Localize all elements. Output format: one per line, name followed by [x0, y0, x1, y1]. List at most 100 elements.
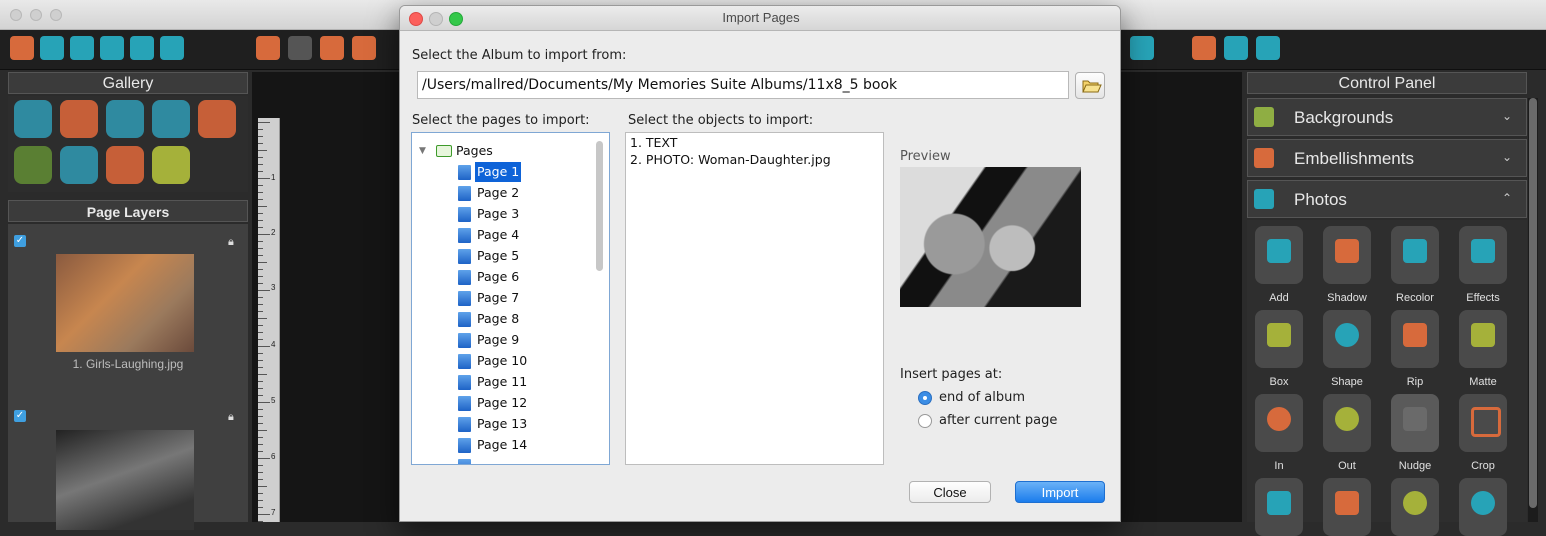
tree-page-item[interactable]: Page 6 [412, 267, 592, 287]
pages-tree[interactable]: ▼ Pages Page 1 Page 2 Page 3 Page 4 Page 5 Pa… [411, 132, 610, 465]
ruler-tick [258, 150, 267, 151]
tree-page-item[interactable]: Page 10 [412, 351, 592, 371]
crosshair-icon[interactable] [320, 36, 344, 60]
layer-visibility-checkbox[interactable]: ✓ [14, 410, 26, 422]
object-item[interactable]: 2. PHOTO: Woman-Daughter.jpg [630, 152, 831, 167]
close-button[interactable]: Close [909, 481, 991, 503]
shadow-button[interactable] [1323, 226, 1371, 284]
browse-folder-button[interactable] [1075, 72, 1105, 99]
tree-page-item[interactable]: Page 4 [412, 225, 592, 245]
layout-icon[interactable] [100, 36, 124, 60]
rotate-button[interactable] [1391, 478, 1439, 536]
section-photos[interactable]: Photos ⌃ [1247, 180, 1527, 218]
help-icon[interactable] [1224, 36, 1248, 60]
nudge-button[interactable] [1391, 394, 1439, 452]
shape-button[interactable] [1323, 310, 1371, 368]
tree-page-item[interactable]: Page 2 [412, 183, 592, 203]
tool-label: Recolor [1396, 292, 1434, 304]
tree-scrollbar[interactable] [596, 141, 603, 271]
picture-icon[interactable] [106, 100, 144, 138]
layer-visibility-checkbox[interactable]: ✓ [14, 235, 26, 247]
frames-icon[interactable] [152, 100, 190, 138]
rip-button[interactable] [1391, 310, 1439, 368]
grid-icon[interactable] [288, 36, 312, 60]
ruler-tick [258, 122, 270, 123]
cloud-icon[interactable] [198, 100, 236, 138]
text-w-icon[interactable] [106, 146, 144, 184]
section-embellishments[interactable]: Embellishments ⌄ [1247, 139, 1527, 177]
open-folder-icon [1082, 80, 1102, 93]
redo-button[interactable] [1323, 478, 1371, 536]
download-icon[interactable] [130, 36, 154, 60]
ruler-tick [258, 402, 270, 403]
tree-page-item[interactable]: Page 14 [412, 435, 592, 455]
camera-icon[interactable] [14, 100, 52, 138]
layer-thumbnail[interactable] [56, 254, 194, 352]
tree-page-item[interactable]: Page 11 [412, 372, 592, 392]
radio-end-of-album[interactable] [918, 391, 932, 405]
matte-button[interactable] [1459, 310, 1507, 368]
tree-page-item[interactable]: Page 5 [412, 246, 592, 266]
camera-icon [1267, 239, 1291, 263]
open-folder-icon[interactable] [40, 36, 64, 60]
save-icon[interactable] [70, 36, 94, 60]
crop-button[interactable] [1459, 394, 1507, 452]
layout-blocks-icon[interactable] [152, 146, 190, 184]
window-zoom-button[interactable] [50, 9, 62, 21]
search-icon[interactable] [1256, 36, 1280, 60]
tree-page-item[interactable]: Page 8 [412, 309, 592, 329]
add-page-icon[interactable] [160, 36, 184, 60]
page-icon [458, 270, 471, 285]
tree-page-item[interactable]: Page 1 [412, 162, 592, 182]
droplets-icon [1403, 239, 1427, 263]
ruler-tick [258, 458, 270, 459]
cloud-icon[interactable] [1192, 36, 1216, 60]
radio-end-of-album-label[interactable]: end of album [939, 390, 1025, 405]
dialog-zoom-button[interactable] [449, 12, 463, 26]
lock-icon[interactable]: 🔒︎ [228, 236, 238, 248]
tree-page-item[interactable]: Page 12 [412, 393, 592, 413]
print-icon[interactable] [1130, 36, 1154, 60]
preview-label: Preview [900, 149, 951, 164]
my-memories-logo-icon[interactable] [10, 36, 34, 60]
landscape-icon [1254, 107, 1274, 127]
window-minimize-button[interactable] [30, 9, 42, 21]
page-view-icon[interactable] [256, 36, 280, 60]
ruler-tick [258, 276, 263, 277]
zoom-out-button[interactable] [1323, 394, 1371, 452]
effects-button[interactable] [1459, 226, 1507, 284]
import-button[interactable]: Import [1015, 481, 1105, 503]
disclosure-triangle-icon[interactable]: ▼ [419, 141, 426, 161]
tree-page-label: Page 2 [477, 185, 520, 200]
undo-button[interactable] [1255, 478, 1303, 536]
recolor-button[interactable] [1391, 226, 1439, 284]
flower-icon[interactable] [60, 100, 98, 138]
lock-icon[interactable]: 🔒︎ [228, 411, 238, 423]
tree-page-item[interactable]: Page 7 [412, 288, 592, 308]
window-close-button[interactable] [10, 9, 22, 21]
tree-page-item[interactable]: Page 3 [412, 204, 592, 224]
layer-caption: 1. Girls-Laughing.jpg [72, 357, 184, 371]
object-item[interactable]: 1. TEXT [630, 135, 677, 150]
tree-root-pages[interactable]: ▼ Pages [412, 141, 592, 161]
star-icon[interactable] [14, 146, 52, 184]
radio-after-current-page-label[interactable]: after current page [939, 413, 1057, 428]
tree-page-item[interactable]: Page 13 [412, 414, 592, 434]
tree-page-item[interactable] [412, 456, 592, 464]
radio-after-current-page[interactable] [918, 414, 932, 428]
arrange-icon[interactable] [352, 36, 376, 60]
tree-page-item[interactable]: Page 9 [412, 330, 592, 350]
dialog-close-button[interactable] [409, 12, 423, 26]
layer-thumbnail[interactable] [56, 430, 194, 530]
butterfly-icon[interactable] [60, 146, 98, 184]
add-button[interactable] [1255, 226, 1303, 284]
album-path-input[interactable] [417, 71, 1069, 99]
objects-list[interactable]: 1. TEXT 2. PHOTO: Woman-Daughter.jpg [625, 132, 884, 465]
view-button[interactable] [1459, 478, 1507, 536]
section-backgrounds[interactable]: Backgrounds ⌄ [1247, 98, 1527, 136]
box-button[interactable] [1255, 310, 1303, 368]
person-box-icon [1267, 323, 1291, 347]
ruler-tick [258, 437, 263, 438]
control-panel-scroll-thumb[interactable] [1529, 98, 1537, 508]
zoom-in-button[interactable] [1255, 394, 1303, 452]
